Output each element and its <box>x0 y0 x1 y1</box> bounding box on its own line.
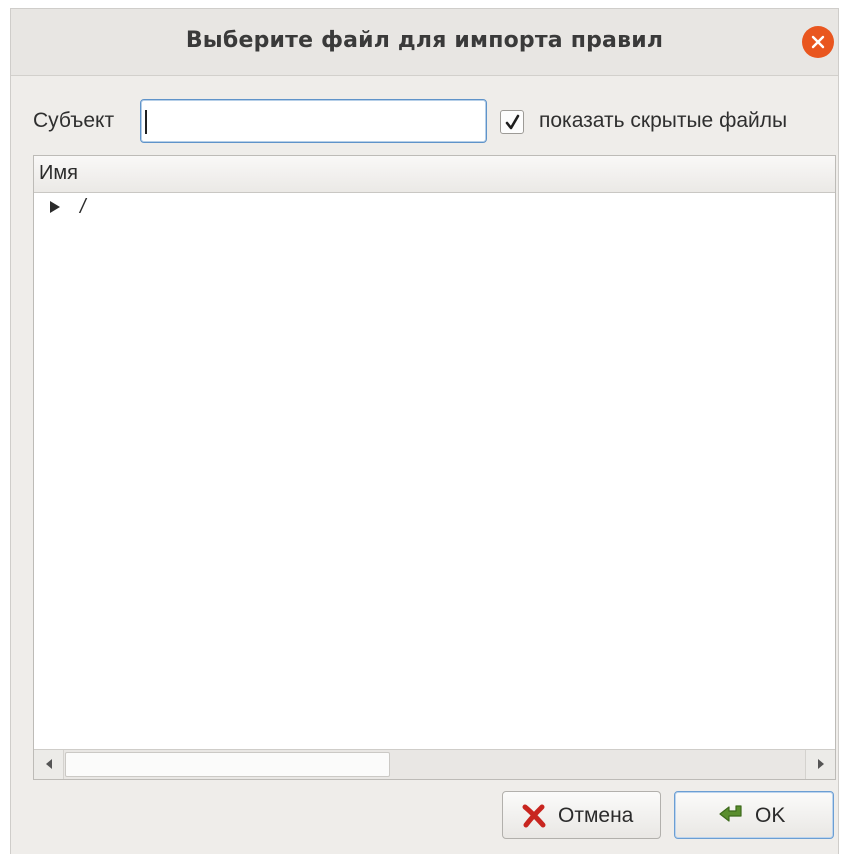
tree-header: Имя <box>34 156 835 193</box>
dialog-title: Выберите файл для импорта правил <box>185 28 664 53</box>
scroll-left-icon <box>46 759 52 769</box>
text-caret <box>145 110 147 134</box>
cancel-button[interactable]: Отмена <box>502 791 661 839</box>
tree-row[interactable]: / <box>34 194 835 222</box>
scroll-right-button[interactable] <box>805 750 835 779</box>
show-hidden-label[interactable]: показать скрытые файлы <box>539 109 787 133</box>
title-bar: Выберите файл для импорта правил <box>11 9 838 76</box>
scroll-thumb[interactable] <box>65 752 390 777</box>
scroll-right-icon <box>818 759 824 769</box>
file-tree[interactable]: Имя / <box>33 155 836 780</box>
red-x-icon <box>522 804 546 828</box>
close-icon <box>811 35 825 49</box>
tree-row-label: / <box>80 196 86 218</box>
checkmark-icon <box>505 114 520 130</box>
horizontal-scrollbar[interactable] <box>34 749 835 779</box>
close-button[interactable] <box>802 26 834 58</box>
cancel-button-label: Отмена <box>558 804 634 827</box>
subject-label: Субъект <box>33 109 115 132</box>
green-arrow-icon <box>719 805 742 822</box>
scroll-left-button[interactable] <box>34 750 64 779</box>
ok-button-label: OK <box>755 804 786 827</box>
ok-button[interactable]: OK <box>674 791 834 839</box>
checkbox-box[interactable] <box>500 110 524 134</box>
column-header-name[interactable]: Имя <box>39 162 78 185</box>
expander-triangle-icon[interactable] <box>49 200 61 214</box>
subject-input[interactable] <box>140 99 487 143</box>
import-rules-dialog: Выберите файл для импорта правил Субъект… <box>10 8 839 854</box>
